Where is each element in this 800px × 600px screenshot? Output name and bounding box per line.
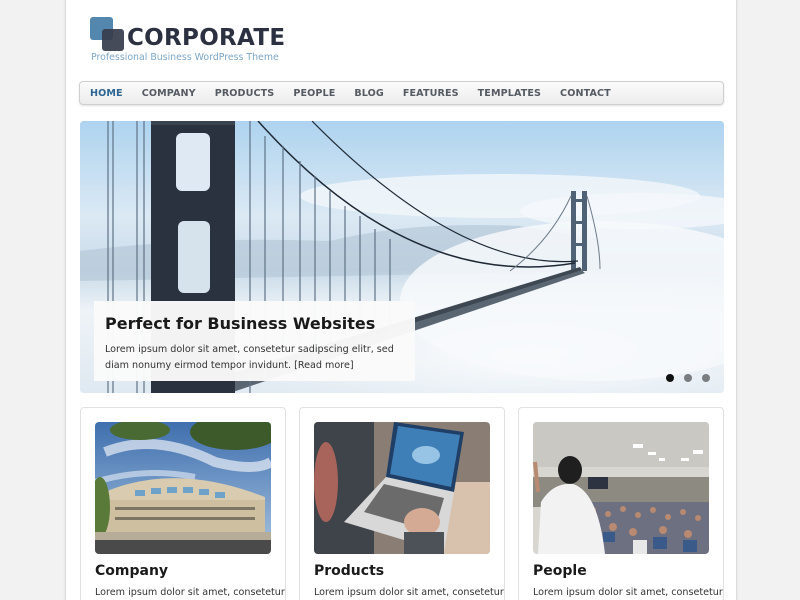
nav-item-templates[interactable]: TEMPLATES [478,88,541,99]
slider-dot-3[interactable] [702,374,710,382]
nav-item-products[interactable]: PRODUCTS [215,88,275,99]
nav-item-home[interactable]: HOME [90,88,123,99]
feature-card-people: People Lorem ipsum dolor sit amet, conse… [518,407,724,600]
slider-caption: Perfect for Business Websites Lorem ipsu… [94,301,415,381]
site-logo[interactable]: CORPORATE Professional Business WordPres… [90,17,310,67]
site-tagline: Professional Business WordPress Theme [91,52,279,63]
card-image-products[interactable] [314,422,490,554]
card-text-people: Lorem ipsum dolor sit amet, consetetur [533,587,723,598]
slider-caption-title: Perfect for Business Websites [105,314,376,333]
read-more-link[interactable]: [Read more] [294,360,354,371]
card-title-products[interactable]: Products [314,563,490,579]
feature-card-company: Company Lorem ipsum dolor sit amet, cons… [80,407,286,600]
hero-slider[interactable]: Perfect for Business Websites Lorem ipsu… [80,121,724,393]
feature-card-products: Products Lorem ipsum dolor sit amet, con… [299,407,505,600]
logo-icon [90,17,130,53]
card-text-company: Lorem ipsum dolor sit amet, consetetur [95,587,285,598]
nav-item-features[interactable]: FEATURES [403,88,459,99]
nav-item-contact[interactable]: CONTACT [560,88,611,99]
card-image-people[interactable] [533,422,709,554]
card-image-company[interactable] [95,422,271,554]
slider-pagination [666,374,710,382]
slider-caption-text: Lorem ipsum dolor sit amet, consetetur s… [105,342,404,374]
nav-item-company[interactable]: COMPANY [142,88,196,99]
nav-item-people[interactable]: PEOPLE [293,88,335,99]
slider-dot-2[interactable] [684,374,692,382]
page-container: CORPORATE Professional Business WordPres… [65,0,737,600]
slider-dot-1[interactable] [666,374,674,382]
card-text-products: Lorem ipsum dolor sit amet, consetetur [314,587,504,598]
nav-item-blog[interactable]: BLOG [354,88,384,99]
site-title: CORPORATE [127,25,286,51]
main-navigation: HOME COMPANY PRODUCTS PEOPLE BLOG FEATUR… [79,81,724,105]
card-title-company[interactable]: Company [95,563,271,579]
card-title-people[interactable]: People [533,563,709,579]
